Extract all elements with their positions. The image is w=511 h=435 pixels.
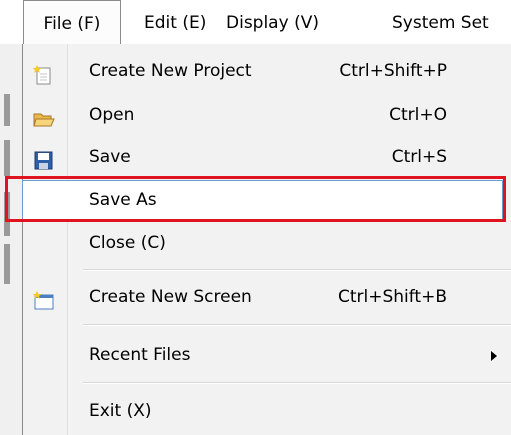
menu-file[interactable]: File (F) (23, 0, 121, 44)
highlight-annotation-box (5, 176, 506, 222)
menu-item-label: Create New Project (89, 61, 252, 81)
menu-item-create-new-screen[interactable]: Create New Screen Ctrl+Shift+B (23, 278, 511, 316)
menu-item-label: Create New Screen (89, 287, 252, 307)
menu-display[interactable]: Display (V) (226, 0, 319, 44)
menu-item-label: Exit (X) (89, 401, 152, 421)
menu-item-label: Save (89, 147, 131, 167)
menu-system-settings[interactable]: System Set (392, 0, 489, 44)
file-dropdown-menu: Create New Project Ctrl+Shift+P Open Ctr… (22, 44, 511, 435)
background-window-edge (0, 44, 22, 435)
shortcut-text: Ctrl+O (389, 105, 447, 125)
new-screen-icon (32, 287, 55, 310)
shortcut-text: Ctrl+Shift+B (337, 287, 447, 307)
shortcut-text: Ctrl+Shift+P (339, 61, 447, 81)
shortcut-text: Ctrl+S (391, 147, 447, 167)
menu-item-label: Recent Files (89, 345, 191, 365)
menu-item-close[interactable]: Close (C) (23, 224, 511, 262)
submenu-arrow-icon (491, 351, 497, 361)
save-disk-icon (33, 147, 55, 170)
menu-edit[interactable]: Edit (E) (144, 0, 206, 44)
new-project-icon (32, 61, 55, 85)
open-folder-icon (33, 105, 55, 127)
menu-item-label: Close (C) (89, 233, 166, 253)
menu-item-recent-files[interactable]: Recent Files (23, 336, 511, 374)
menu-item-create-new-project[interactable]: Create New Project Ctrl+Shift+P (23, 52, 511, 90)
menu-item-save[interactable]: Save Ctrl+S (23, 138, 511, 176)
menu-item-open[interactable]: Open Ctrl+O (23, 96, 511, 134)
menu-bar: File (F) Edit (E) Display (V) System Set (0, 0, 511, 45)
menu-item-label: Open (89, 105, 135, 125)
menu-item-exit[interactable]: Exit (X) (23, 392, 511, 430)
